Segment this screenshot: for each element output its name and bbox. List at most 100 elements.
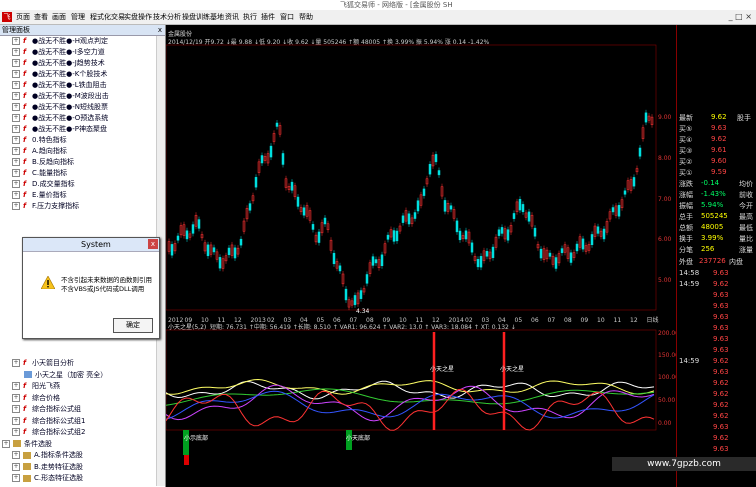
tree-item-label: D.成交量指标 — [32, 180, 75, 188]
menu-programmed-trading[interactable]: 程式化交易 — [90, 12, 125, 22]
expand-icon[interactable]: + — [12, 114, 20, 122]
expand-icon[interactable]: + — [12, 103, 20, 111]
tree-item[interactable]: + f 小天箭目分析 — [12, 358, 74, 368]
expand-icon[interactable]: + — [12, 169, 20, 177]
kline-chart[interactable]: 9.008.007.006.005.002012 09 10 11 12 2013 02 03… — [166, 25, 676, 465]
tree-item[interactable]: 小天之星（加密 亮全） — [24, 370, 107, 380]
tree-item[interactable]: + f ●战无不胜●-N短线股票 — [12, 102, 108, 112]
expand-icon[interactable]: + — [12, 202, 20, 210]
tree-item[interactable]: + f C.能量指标 — [12, 168, 67, 178]
candle-body — [176, 235, 180, 241]
expand-icon[interactable]: + — [12, 92, 20, 100]
stat-label: 总手 — [679, 213, 693, 221]
candle-body — [392, 230, 396, 242]
menu-window[interactable]: 窗口 — [280, 12, 294, 22]
expand-icon[interactable]: + — [2, 439, 10, 448]
tree-item[interactable]: + f 阳光飞燕 — [12, 381, 60, 391]
stat-value: -0.14 — [701, 179, 720, 187]
formula-icon: f — [23, 180, 27, 188]
expand-icon[interactable]: + — [12, 59, 20, 67]
formula-icon: f — [23, 114, 27, 122]
tree-item-label: ●战无不胜●-P神态聚盘 — [32, 125, 107, 133]
menu-manage[interactable]: 管理 — [71, 12, 85, 22]
menu-view[interactable]: 查看 — [34, 12, 48, 22]
menu-training[interactable]: 操盘训练基地 — [182, 12, 224, 22]
tree-item[interactable]: + f 综合指标公式组1 — [12, 416, 85, 426]
tree-item[interactable]: + f 综合价格 — [12, 393, 60, 403]
tree-item[interactable]: + f ●战无不胜●-I多空力道 — [12, 47, 105, 57]
tree-item-label: ●战无不胜●-N短线股票 — [32, 103, 108, 111]
tree-item[interactable]: + f A.趋向指标 — [12, 146, 67, 156]
formula-icon: f — [23, 393, 27, 402]
expand-icon[interactable]: + — [12, 382, 20, 390]
expand-icon[interactable]: + — [12, 158, 20, 166]
expand-icon[interactable]: + — [12, 191, 20, 199]
expand-icon[interactable]: + — [12, 180, 20, 188]
tree-item[interactable]: + f 综合指标公式组2 — [12, 427, 85, 437]
candle-body — [248, 203, 252, 211]
candle-body — [197, 219, 201, 229]
tree-item[interactable]: + f 0.特色指标 — [12, 135, 67, 145]
tree-item-label: 小天之星（加密 亮全） — [35, 370, 108, 379]
tree-item-label: 综合指标公式组 — [32, 405, 81, 413]
tree-item[interactable]: + f ●战无不胜●-J趋势技术 — [12, 58, 105, 68]
menu-news[interactable]: 资讯 — [225, 12, 239, 22]
tree-item[interactable]: + C.形态特征选股 — [12, 473, 83, 483]
expand-icon[interactable]: + — [12, 81, 20, 89]
menu-screen[interactable]: 画面 — [52, 12, 66, 22]
stat-label-right: 均价 — [739, 180, 753, 188]
window-controls[interactable]: _ □ × — [729, 12, 752, 21]
candle-body — [170, 244, 174, 256]
tree-item[interactable]: + f ●战无不胜●-M波段出击 — [12, 91, 109, 101]
tree-item[interactable]: + f ●战无不胜●-H观点判定 — [12, 36, 108, 46]
expand-icon[interactable]: + — [12, 70, 20, 78]
tree-item[interactable]: + f ●战无不胜●-O预选系统 — [12, 113, 108, 123]
expand-icon[interactable]: + — [12, 37, 20, 45]
expand-icon[interactable]: + — [12, 393, 20, 402]
tick-time: 14:59 — [679, 357, 700, 365]
expand-icon[interactable]: + — [12, 136, 20, 144]
expand-icon[interactable]: + — [12, 462, 20, 471]
expand-icon[interactable]: + — [12, 405, 20, 413]
expand-icon[interactable]: + — [12, 147, 20, 155]
menu-help[interactable]: 帮助 — [299, 12, 313, 22]
tree-item[interactable]: + f 综合指标公式组 — [12, 404, 81, 414]
tree-item[interactable]: + f E.量价指标 — [12, 190, 67, 200]
expand-icon[interactable]: + — [12, 48, 20, 56]
tree-item[interactable]: + B.走势特征选股 — [12, 462, 83, 472]
tree-item-label: 综合指标公式组2 — [32, 428, 86, 436]
menu-execute[interactable]: 执行 — [243, 12, 257, 22]
ok-button[interactable]: 确定 — [113, 318, 153, 333]
formula-icon: f — [23, 158, 27, 166]
tree-item[interactable]: + A.指标条件选股 — [12, 450, 83, 460]
expand-icon[interactable]: + — [12, 416, 20, 425]
menu-tech-analysis[interactable]: 技术分析 — [153, 12, 181, 22]
indicator-values: 短期: 76.731 ↑中期: 56.419 ↑长期: 8.510 ↑ VAR1… — [210, 324, 516, 331]
bottom-signal-bar — [183, 430, 189, 455]
panel-close-icon[interactable]: x — [158, 25, 162, 35]
dialog-close-icon[interactable]: x — [148, 239, 158, 249]
expand-icon[interactable]: + — [12, 428, 20, 436]
expand-icon[interactable]: + — [12, 359, 20, 367]
tree-item-label: B.反趋向指标 — [32, 158, 75, 166]
menu-live-trading[interactable]: 实盘操作 — [124, 12, 152, 22]
formula-icon: f — [23, 136, 27, 144]
tree-item[interactable]: + f B.反趋向指标 — [12, 157, 74, 167]
menu-plugins[interactable]: 插件 — [261, 12, 275, 22]
tree-item[interactable]: + f ●战无不胜●-K个股技术 — [12, 69, 107, 79]
tree-item[interactable]: + f ●战无不胜●-L铁血阻击 — [12, 80, 107, 90]
menu-page[interactable]: 页面 — [16, 12, 30, 22]
tree-item[interactable]: + f ●战无不胜●-P神态聚盘 — [12, 124, 107, 134]
stat-label-right: 量比 — [739, 235, 753, 243]
tree-item[interactable]: + 条件选股 — [2, 439, 52, 449]
formula-icon: f — [23, 405, 27, 413]
expand-icon[interactable]: + — [12, 125, 20, 133]
candle-body — [371, 256, 375, 266]
expand-icon[interactable]: + — [12, 451, 20, 459]
tree-item[interactable]: + f D.成交量指标 — [12, 179, 75, 189]
tree-item[interactable]: + f F.压力支撑指标 — [12, 201, 79, 211]
outer-label: 外盘 — [679, 258, 693, 266]
expand-icon[interactable]: + — [12, 474, 20, 482]
candle-body — [518, 199, 522, 211]
chart-area[interactable]: 9.00 8.00 7.00 6.00 5.00 2012 09 10 11 12 2013 02 03… — [166, 25, 676, 465]
